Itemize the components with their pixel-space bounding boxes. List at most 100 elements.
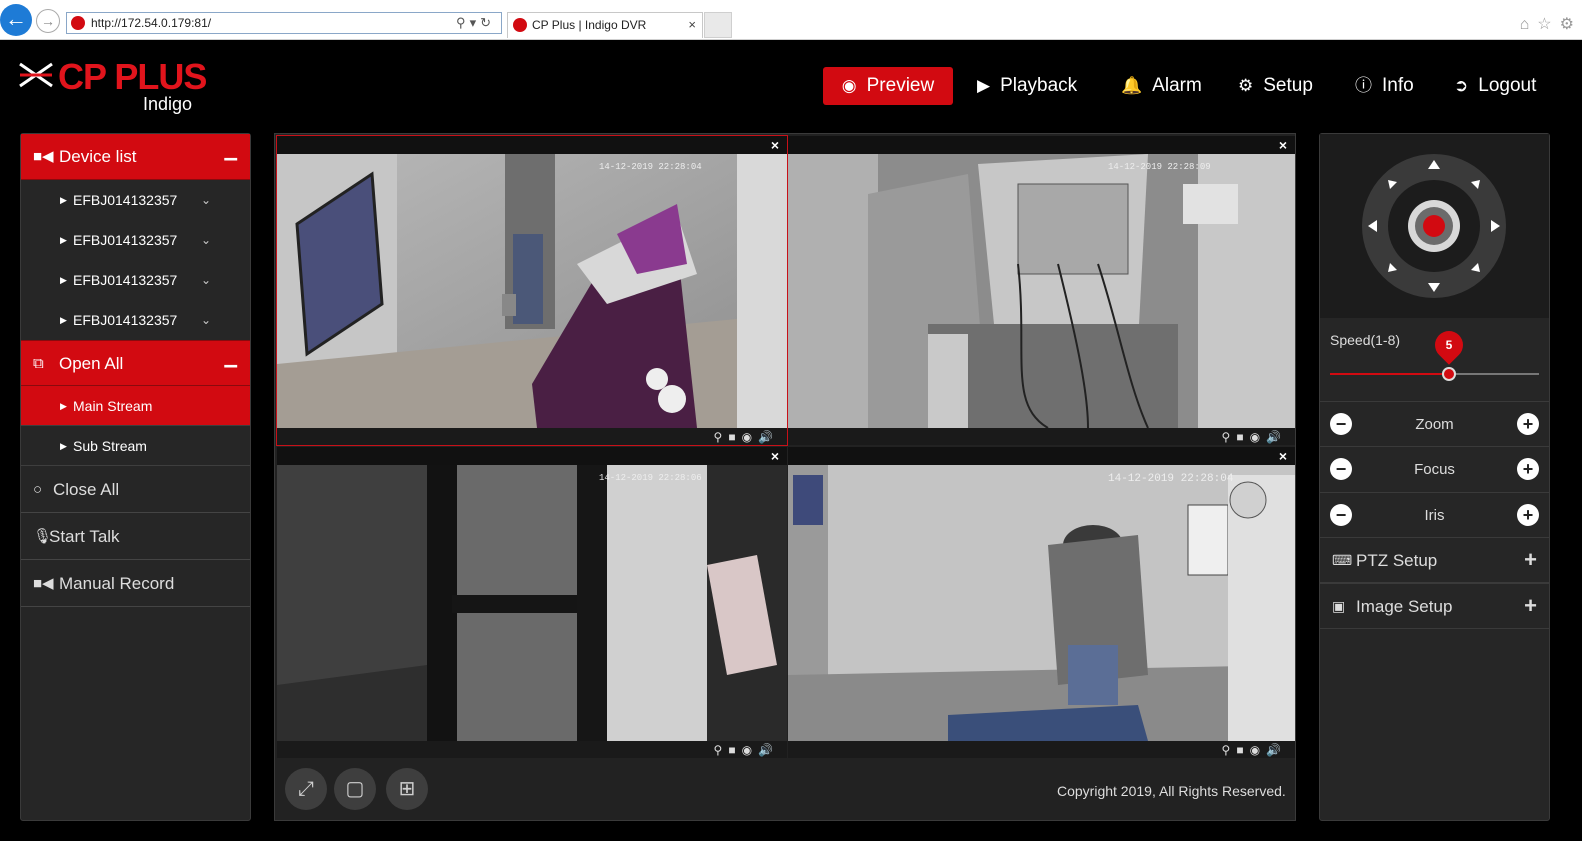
main-stream-label: Main Stream [73, 398, 153, 414]
nav-info-label: Info [1382, 75, 1414, 96]
camera-feed-3: 14-12-2019 22:28:06 [277, 465, 787, 741]
device-item[interactable]: ▶ EFBJ014132357 ⌄ [21, 260, 250, 300]
device-item[interactable]: ▶ EFBJ014132357 ⌄ [21, 220, 250, 260]
cell-toolbar: ⚲■◉🔊 [788, 428, 1295, 445]
ptz-control-area [1320, 134, 1549, 318]
browser-tab[interactable]: CP Plus | Indigo DVR × [507, 12, 703, 38]
eye-icon: ◉ [841, 76, 857, 95]
nav-setup[interactable]: ⚙ Setup [1238, 67, 1313, 105]
chevron-down-icon[interactable]: ⌄ [201, 300, 211, 340]
image-setup-label: Image Setup [1356, 597, 1453, 616]
zoom-label: Zoom [1415, 416, 1454, 433]
ptz-panel: Speed(1-8) 5 − Zoom + − Focus + − Iris +… [1319, 133, 1550, 821]
speed-slider-fill [1330, 373, 1450, 375]
close-all-label: Close All [53, 480, 120, 499]
close-icon[interactable]: × [1279, 137, 1287, 153]
nav-info[interactable]: ⓘ Info [1355, 67, 1414, 105]
video-cell-2[interactable]: × 14-12-2019 22:28:09 ⚲■◉🔊 [788, 136, 1295, 445]
zoom-record-snapshot-audio-icon[interactable]: ⚲■◉🔊 [1222, 743, 1287, 757]
ptz-setup-row[interactable]: ⌨ PTZ Setup + [1320, 537, 1549, 583]
fullscreen-icon[interactable]: ⤢ [285, 768, 327, 810]
sub-stream-label: Sub Stream [73, 438, 147, 454]
nav-logout-label: Logout [1478, 75, 1537, 96]
manual-record-label: Manual Record [59, 574, 175, 593]
nav-setup-label: Setup [1263, 75, 1313, 96]
speed-slider-knob[interactable] [1442, 367, 1457, 381]
chevron-down-icon[interactable]: ⌄ [201, 180, 211, 220]
close-all-button[interactable]: ○ Close All [21, 466, 250, 513]
circle-icon: ○ [33, 481, 43, 498]
quad-view-icon[interactable]: ⊞ [386, 768, 428, 810]
collapse-icon[interactable]: – [224, 341, 238, 387]
open-all-label: Open All [59, 354, 124, 373]
external-link-icon: ⧉ [33, 355, 44, 372]
camera-feed-image [788, 154, 1295, 428]
close-icon[interactable]: × [771, 137, 779, 153]
zoom-plus-icon[interactable]: + [1517, 413, 1539, 435]
manual-record-button[interactable]: ■◀ Manual Record [21, 560, 250, 607]
speed-value-bubble: 5 [1429, 325, 1470, 365]
tab-close-icon[interactable]: × [688, 13, 696, 37]
device-list-header[interactable]: ■◀ Device list – [21, 134, 250, 180]
video-area: × 14-12-2019 22:28:04 ⚲■◉🔊 × 14-12-2019 … [274, 133, 1296, 821]
camera-feed-4: 14-12-2019 22:28:04 [788, 465, 1295, 741]
open-all-header[interactable]: ⧉ Open All – [21, 340, 250, 386]
browser-home-star-gear-icon[interactable]: ⌂☆⚙ [1520, 14, 1582, 34]
play-icon: ▶ [977, 76, 991, 95]
video-cell-4[interactable]: × 14-12-2019 22:28:04 ⚲■◉🔊 [788, 447, 1295, 758]
speed-value: 5 [1446, 338, 1453, 352]
zoom-record-snapshot-audio-icon[interactable]: ⚲■◉🔊 [1222, 430, 1287, 444]
single-view-icon[interactable]: ▢ [334, 768, 376, 810]
chevron-down-icon[interactable]: ⌄ [201, 260, 211, 300]
nav-alarm[interactable]: 🔔 Alarm [1121, 67, 1202, 105]
close-icon[interactable]: × [1279, 448, 1287, 464]
focus-plus-icon[interactable]: + [1517, 458, 1539, 480]
camera-feed-2: 14-12-2019 22:28:09 [788, 154, 1295, 428]
sub-stream-item[interactable]: ▶ Sub Stream [21, 426, 250, 466]
iris-plus-icon[interactable]: + [1517, 504, 1539, 526]
iris-label: Iris [1424, 507, 1445, 524]
speed-label: Speed(1-8) [1330, 332, 1401, 348]
caret-right-icon: ▶ [60, 401, 67, 411]
camera-feed-image [788, 465, 1295, 741]
cell-toolbar: ⚲■◉🔊 [277, 741, 787, 758]
video-cell-3[interactable]: × 14-12-2019 22:28:06 ⚲■◉🔊 [277, 447, 787, 758]
left-panel: ■◀ Device list – ▶ EFBJ014132357 ⌄ ▶ EFB… [20, 133, 251, 821]
close-icon[interactable]: × [771, 448, 779, 464]
image-setup-row[interactable]: ▣ Image Setup + [1320, 583, 1549, 629]
zoom-record-snapshot-audio-icon[interactable]: ⚲■◉🔊 [714, 430, 779, 444]
ptz-setup-label: PTZ Setup [1356, 551, 1438, 570]
expand-plus-icon[interactable]: + [1524, 547, 1537, 573]
device-item[interactable]: ▶ EFBJ014132357 ⌄ [21, 300, 250, 340]
main-stream-item[interactable]: ▶ Main Stream [21, 386, 250, 426]
cell-toolbar: ⚲■◉🔊 [788, 741, 1295, 758]
forward-arrow-icon[interactable]: → [36, 9, 60, 33]
gear-icon: ⚙ [1238, 76, 1254, 95]
new-tab-button[interactable] [704, 12, 732, 38]
timestamp: 14-12-2019 22:28:04 [1108, 473, 1234, 485]
zoom-record-snapshot-audio-icon[interactable]: ⚲■◉🔊 [714, 743, 779, 757]
nav-preview[interactable]: ◉ Preview [823, 67, 953, 105]
address-tools-icon[interactable]: ⚲▾↻ [456, 13, 495, 33]
start-talk-button[interactable]: 🎙 Start Talk [21, 513, 250, 560]
back-arrow-icon[interactable]: ← [0, 4, 32, 36]
nav-logout[interactable]: ➲ Logout [1454, 67, 1536, 105]
focus-row: − Focus + [1320, 446, 1549, 491]
logout-icon: ➲ [1454, 76, 1469, 95]
ptz-direction-pad[interactable] [1320, 134, 1549, 318]
device-name: EFBJ014132357 [73, 272, 178, 288]
video-cell-1[interactable]: × 14-12-2019 22:28:04 ⚲■◉🔊 [276, 135, 788, 446]
microphone-icon: 🎙 [33, 528, 53, 545]
image-icon: ▣ [1332, 598, 1346, 614]
collapse-icon[interactable]: – [224, 134, 238, 180]
caret-right-icon: ▶ [60, 441, 67, 451]
chevron-down-icon[interactable]: ⌄ [201, 220, 211, 260]
nav-playback[interactable]: ▶ Playback [977, 67, 1077, 105]
timestamp: 14-12-2019 22:28:09 [1108, 162, 1211, 172]
expand-plus-icon[interactable]: + [1524, 593, 1537, 619]
device-item[interactable]: ▶ EFBJ014132357 ⌄ [21, 180, 250, 220]
address-bar[interactable]: http://172.54.0.179:81/ ⚲▾↻ [66, 12, 502, 34]
caret-right-icon: ▶ [60, 315, 67, 325]
device-name: EFBJ014132357 [73, 192, 178, 208]
site-favicon-icon [71, 16, 85, 30]
